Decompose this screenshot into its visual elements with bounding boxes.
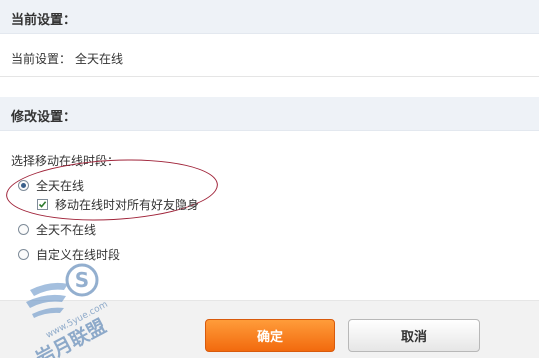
checkmark-icon: [38, 201, 47, 208]
watermark-logo: S www.5yue.com 岩月联盟: [26, 263, 110, 358]
divider: [0, 76, 539, 77]
cancel-button[interactable]: 取消: [348, 319, 480, 352]
modify-settings-header: 修改设置：: [0, 97, 539, 131]
modify-settings-title: 修改设置：: [11, 110, 77, 125]
confirm-button-label: 确定: [256, 330, 283, 345]
current-settings-label: 当前设置：: [11, 52, 72, 66]
confirm-button[interactable]: 确定: [205, 319, 335, 352]
radio-all-day-online[interactable]: [18, 180, 29, 191]
invisible-to-friends-checkbox[interactable]: [37, 199, 48, 210]
option-all-day-online-label[interactable]: 全天在线: [36, 177, 84, 194]
option-all-day-offline-label[interactable]: 全天不在线: [36, 221, 96, 238]
current-settings-header: 当前设置：: [0, 0, 539, 34]
radio-all-day-offline[interactable]: [18, 224, 29, 235]
watermark-badge: S: [75, 268, 89, 292]
current-settings-title: 当前设置：: [11, 13, 77, 28]
invisible-to-friends-label[interactable]: 移动在线时对所有好友隐身: [55, 196, 199, 213]
cancel-button-label: 取消: [400, 330, 427, 345]
current-settings-value: 全天在线: [75, 52, 124, 66]
